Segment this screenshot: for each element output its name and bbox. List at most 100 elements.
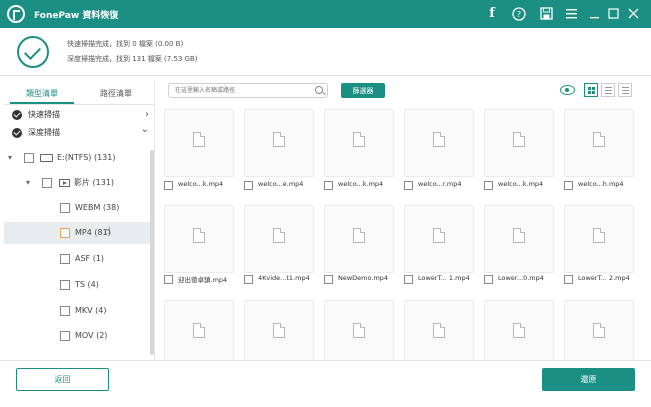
- file-name: Lower...0.mp4: [498, 274, 544, 282]
- file-checkbox[interactable]: [244, 275, 253, 284]
- file-thumbnail[interactable]: [484, 109, 554, 177]
- expand-triangle-icon[interactable]: ▾: [8, 147, 12, 169]
- format-checkbox[interactable]: [60, 331, 70, 341]
- video-icon: [59, 179, 70, 187]
- tree-format-asf[interactable]: ASF (1): [4, 248, 150, 270]
- tab-path-list[interactable]: 路徑清單: [82, 86, 150, 102]
- file-icon: [353, 132, 365, 147]
- close-icon[interactable]: [623, 4, 643, 24]
- file-icon: [513, 228, 525, 243]
- file-checkbox[interactable]: [164, 181, 173, 190]
- format-checkbox[interactable]: [60, 280, 70, 290]
- file-thumbnail[interactable]: [564, 205, 634, 273]
- drive-icon: [40, 154, 53, 162]
- quick-scan-label: 快速掃描: [28, 110, 60, 119]
- back-button[interactable]: 返回: [16, 368, 109, 391]
- svg-text:?: ?: [517, 10, 521, 19]
- maximize-icon[interactable]: [603, 4, 623, 24]
- file-thumbnail[interactable]: [564, 300, 634, 360]
- file-name: 4Kvide...t1.mp4: [258, 274, 310, 282]
- file-name: NewDemo.mp4: [338, 274, 389, 282]
- file-checkbox[interactable]: [324, 275, 333, 284]
- file-thumbnail[interactable]: [484, 300, 554, 360]
- format-checkbox[interactable]: [60, 306, 70, 316]
- mouse-cursor-icon: ☝: [105, 226, 112, 237]
- file-name: welco...k.mp4: [498, 180, 544, 188]
- file-checkbox[interactable]: [484, 275, 493, 284]
- file-thumbnail[interactable]: [164, 205, 234, 273]
- file-checkbox[interactable]: [564, 181, 573, 190]
- left-panel: 類型清單 路徑清單 快速掃描 › 深度掃描 ⌄ ▾ E:(NTFS) (131)…: [4, 80, 155, 360]
- scan-complete-check-icon: [17, 36, 49, 68]
- drive-checkbox[interactable]: [24, 153, 34, 163]
- file-thumbnail[interactable]: [324, 109, 394, 177]
- tree-format-ts[interactable]: TS (4): [4, 274, 150, 296]
- file-icon: [433, 323, 445, 338]
- file-icon: [593, 323, 605, 338]
- tree-format-mov[interactable]: MOV (2): [4, 325, 150, 347]
- minimize-icon[interactable]: [584, 4, 604, 24]
- file-checkbox[interactable]: [244, 181, 253, 190]
- file-thumbnail[interactable]: [164, 300, 234, 360]
- file-thumbnail[interactable]: [164, 109, 234, 177]
- file-icon: [593, 228, 605, 243]
- file-thumbnail[interactable]: [484, 205, 554, 273]
- file-icon: [193, 323, 205, 338]
- recover-button[interactable]: 還原: [542, 368, 635, 391]
- tree-drive-e[interactable]: ▾ E:(NTFS) (131): [4, 147, 150, 169]
- file-thumbnail[interactable]: [244, 300, 314, 360]
- tree-format-webm[interactable]: WEBM (38): [4, 197, 150, 219]
- file-checkbox[interactable]: [564, 275, 573, 284]
- eye-icon[interactable]: [560, 85, 575, 95]
- tree-video-folder[interactable]: ▾ 影片 (131): [4, 172, 150, 194]
- file-thumbnail[interactable]: [324, 300, 394, 360]
- save-icon[interactable]: [536, 4, 556, 24]
- file-grid: welco...k.mp4 welco...e.mp4 welco...k.mp4 w…: [158, 103, 647, 360]
- file-icon: [353, 228, 365, 243]
- file-icon: [273, 132, 285, 147]
- file-icon: [353, 323, 365, 338]
- video-checkbox[interactable]: [42, 178, 52, 188]
- filter-button[interactable]: 篩選器: [341, 83, 385, 98]
- list-view-button[interactable]: [601, 83, 615, 97]
- feedback-icon[interactable]: ?: [509, 4, 529, 24]
- quick-scan-row[interactable]: 快速掃描 ›: [4, 106, 155, 124]
- fonepaw-logo-icon: [7, 5, 25, 23]
- file-thumbnail[interactable]: [324, 205, 394, 273]
- format-checkbox[interactable]: [60, 254, 70, 264]
- file-checkbox[interactable]: [404, 275, 413, 284]
- menu-icon[interactable]: [561, 4, 581, 24]
- video-folder-label: 影片 (131): [74, 178, 115, 187]
- detail-view-button[interactable]: [618, 83, 632, 97]
- file-checkbox[interactable]: [324, 181, 333, 190]
- file-icon: [513, 132, 525, 147]
- sidebar-scrollbar[interactable]: [150, 150, 154, 355]
- tree-format-mp4[interactable]: MP4 (81): [4, 222, 150, 244]
- expand-triangle-icon[interactable]: ▾: [26, 172, 30, 194]
- grid-view-button[interactable]: [584, 83, 598, 97]
- file-thumbnail[interactable]: [404, 300, 474, 360]
- tab-type-list[interactable]: 類型清單: [10, 86, 74, 102]
- file-thumbnail[interactable]: [564, 109, 634, 177]
- quick-scan-status: 快速掃描完成，找到 0 檔案 (0.00 B): [67, 40, 184, 48]
- tree-format-mkv[interactable]: MKV (4): [4, 300, 150, 322]
- file-thumbnail[interactable]: [244, 109, 314, 177]
- search-input[interactable]: [168, 83, 328, 98]
- deep-scan-row[interactable]: 深度掃描 ⌄: [4, 124, 155, 142]
- file-thumbnail[interactable]: [404, 205, 474, 273]
- file-checkbox[interactable]: [164, 275, 173, 284]
- file-thumbnail[interactable]: [244, 205, 314, 273]
- file-thumbnail[interactable]: [404, 109, 474, 177]
- file-icon: [593, 132, 605, 147]
- format-label: WEBM (38): [75, 203, 120, 212]
- deep-scan-label: 深度掃描: [28, 128, 60, 137]
- file-checkbox[interactable]: [484, 181, 493, 190]
- format-label: TS (4): [75, 280, 99, 289]
- file-checkbox[interactable]: [404, 181, 413, 190]
- file-name: LowerT... 1.mp4: [418, 274, 470, 282]
- facebook-icon[interactable]: f: [482, 4, 502, 24]
- search-icon[interactable]: [315, 86, 323, 94]
- format-checkbox[interactable]: [60, 228, 70, 238]
- tab-divider: [4, 104, 155, 105]
- format-checkbox[interactable]: [60, 203, 70, 213]
